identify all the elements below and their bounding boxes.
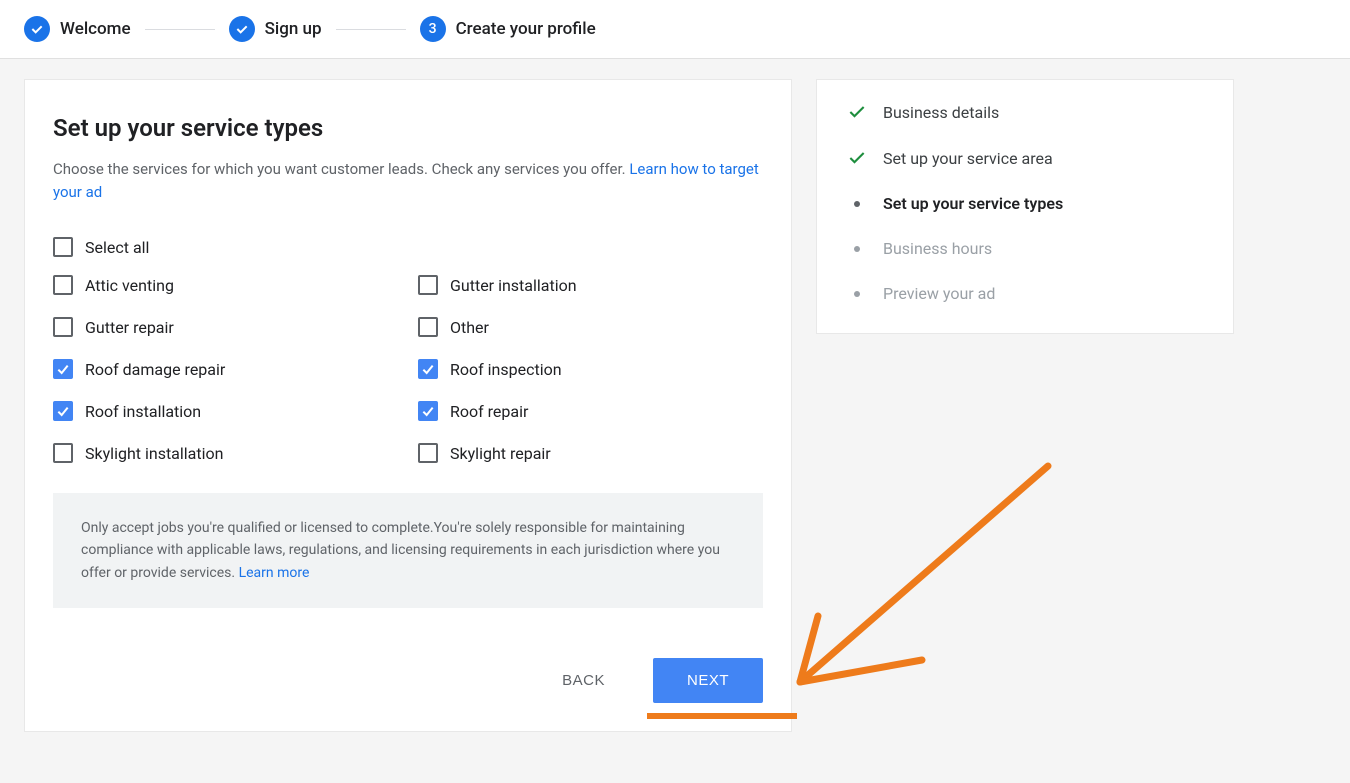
check-icon [229, 16, 255, 42]
sidebar-item[interactable]: Set up your service types [847, 194, 1203, 213]
service-grid: Attic venting Gutter installation Gutter r… [53, 275, 763, 463]
service-label: Attic venting [85, 276, 174, 295]
sidebar-card: Business details Set up your service area… [816, 79, 1234, 334]
service-checkbox[interactable]: Gutter installation [418, 275, 763, 295]
step-connector [145, 29, 215, 30]
check-icon [24, 16, 50, 42]
checkbox-icon [418, 359, 438, 379]
service-label: Skylight repair [450, 444, 551, 463]
checkbox-icon [418, 443, 438, 463]
service-label: Gutter installation [450, 276, 577, 295]
service-checkbox[interactable]: Roof damage repair [53, 359, 398, 379]
check-icon [847, 102, 867, 122]
step-label: Create your profile [456, 19, 596, 39]
step-label: Welcome [60, 19, 131, 39]
service-checkbox[interactable]: Roof installation [53, 401, 398, 421]
select-all-checkbox[interactable]: Select all [53, 237, 763, 257]
service-label: Other [450, 318, 489, 337]
action-row: BACK NEXT [53, 658, 763, 703]
sidebar-item[interactable]: Preview your ad [847, 284, 1203, 303]
sidebar-item-label: Business hours [883, 239, 992, 258]
annotation-underline [647, 713, 797, 719]
page-description: Choose the services for which you want c… [53, 158, 763, 203]
disclaimer-text: Only accept jobs you're qualified or lic… [81, 520, 720, 581]
checkbox-icon [53, 359, 73, 379]
sidebar-item[interactable]: Business hours [847, 239, 1203, 258]
description-text: Choose the services for which you want c… [53, 160, 629, 178]
main-card: Set up your service types Choose the ser… [24, 79, 792, 732]
sidebar-item[interactable]: Business details [847, 102, 1203, 122]
disclaimer-box: Only accept jobs you're qualified or lic… [53, 493, 763, 608]
service-label: Skylight installation [85, 444, 223, 463]
checkbox-icon [418, 317, 438, 337]
checkbox-icon [418, 275, 438, 295]
sidebar-item-label: Business details [883, 103, 999, 122]
checkbox-icon [53, 443, 73, 463]
select-all-label: Select all [85, 238, 149, 257]
learn-more-link[interactable]: Learn more [239, 565, 310, 581]
service-label: Roof installation [85, 402, 201, 421]
service-checkbox[interactable]: Gutter repair [53, 317, 398, 337]
back-button[interactable]: BACK [554, 660, 613, 701]
step-welcome[interactable]: Welcome [24, 16, 131, 42]
bullet-icon [854, 291, 860, 297]
bullet-icon [854, 246, 860, 252]
checkbox-icon [53, 275, 73, 295]
checkbox-icon [53, 401, 73, 421]
service-checkbox[interactable]: Other [418, 317, 763, 337]
check-icon [847, 148, 867, 168]
sidebar-item-label: Set up your service types [883, 194, 1063, 213]
service-label: Roof repair [450, 402, 528, 421]
sidebar-item-label: Set up your service area [883, 149, 1053, 168]
checkbox-icon [53, 317, 73, 337]
service-label: Gutter repair [85, 318, 174, 337]
step-label: Sign up [265, 19, 322, 39]
service-checkbox[interactable]: Skylight repair [418, 443, 763, 463]
next-button[interactable]: NEXT [653, 658, 763, 703]
step-connector [336, 29, 406, 30]
annotation-arrow-icon [772, 460, 1072, 720]
service-checkbox[interactable]: Roof inspection [418, 359, 763, 379]
step-number: 3 [420, 16, 446, 42]
service-checkbox[interactable]: Attic venting [53, 275, 398, 295]
step-create-profile[interactable]: 3 Create your profile [420, 16, 596, 42]
stepper: Welcome Sign up 3 Create your profile [0, 0, 1350, 59]
checkbox-icon [418, 401, 438, 421]
checkbox-icon [53, 237, 73, 257]
sidebar-item[interactable]: Set up your service area [847, 148, 1203, 168]
sidebar-list: Business details Set up your service area… [847, 102, 1203, 303]
service-checkbox[interactable]: Roof repair [418, 401, 763, 421]
page-title: Set up your service types [53, 114, 763, 142]
step-signup[interactable]: Sign up [229, 16, 322, 42]
service-label: Roof inspection [450, 360, 562, 379]
bullet-icon [854, 201, 860, 207]
service-label: Roof damage repair [85, 360, 225, 379]
sidebar-item-label: Preview your ad [883, 284, 995, 303]
service-checkbox[interactable]: Skylight installation [53, 443, 398, 463]
